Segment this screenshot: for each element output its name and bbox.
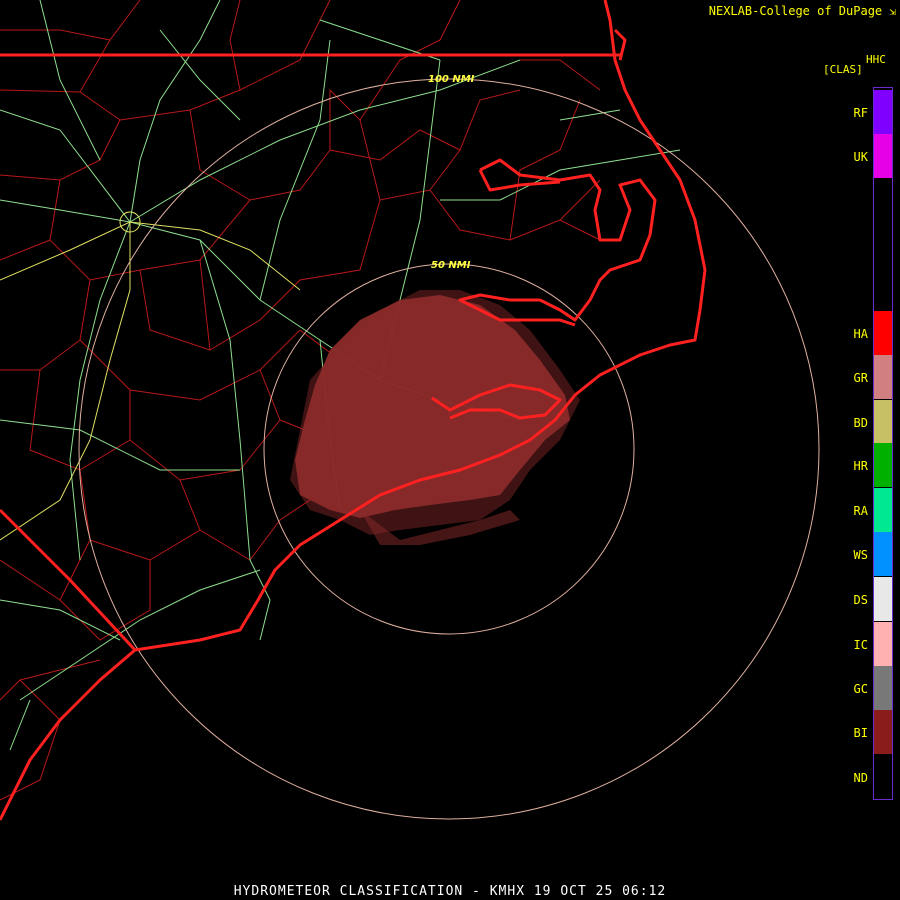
interstate: [0, 221, 301, 541]
legend-swatch-gc: [874, 666, 892, 710]
legend-label-hr: HR: [853, 459, 868, 473]
legend-label-bi: BI: [853, 726, 868, 740]
product-type: [CLAS]: [823, 63, 863, 76]
legend-label-ha: HA: [853, 327, 868, 341]
credit-text: NEXLAB-College of DuPage: [708, 4, 883, 18]
legend-label-ic: IC: [853, 638, 868, 652]
legend-label-ds: DS: [853, 593, 868, 607]
legend-label-uk: UK: [853, 150, 868, 164]
legend-swatch-gr: [874, 355, 892, 399]
arrow-box-icon: ⇲: [889, 5, 896, 18]
legend-label-ws: WS: [853, 548, 868, 562]
legend-label-ra: RA: [853, 504, 868, 518]
legend-swatch-ds: [874, 577, 892, 621]
ring-label-100: 100 NMI: [428, 74, 475, 85]
legend-swatch-bi: [874, 710, 892, 754]
legend-swatch-hr: [874, 443, 892, 487]
legend-swatch-ws: [874, 532, 892, 576]
legend-label-bd: BD: [853, 416, 868, 430]
product-code: HHC: [866, 53, 886, 66]
radar-map: 100 NMI 50 NMI: [0, 0, 820, 821]
legend-swatch-bd: [874, 400, 892, 444]
legend-label-gc: GC: [853, 682, 868, 696]
legend-label-nd: ND: [853, 771, 868, 785]
ring-label-50: 50 NMI: [431, 260, 471, 271]
legend-swatch-ra: [874, 488, 892, 532]
credit-label: NEXLAB-College of DuPage ⇲: [709, 4, 896, 18]
legend-label-rf: RF: [853, 106, 868, 120]
product-title: HYDROMETEOR CLASSIFICATION - KMHX 19 OCT…: [233, 884, 667, 899]
legend-swatch-ic: [874, 622, 892, 666]
legend-swatch-uk: [874, 134, 892, 178]
legend-label-gr: GR: [853, 371, 868, 385]
legend-swatch-ha: [874, 311, 892, 355]
legend-swatch-rf: [874, 90, 892, 134]
